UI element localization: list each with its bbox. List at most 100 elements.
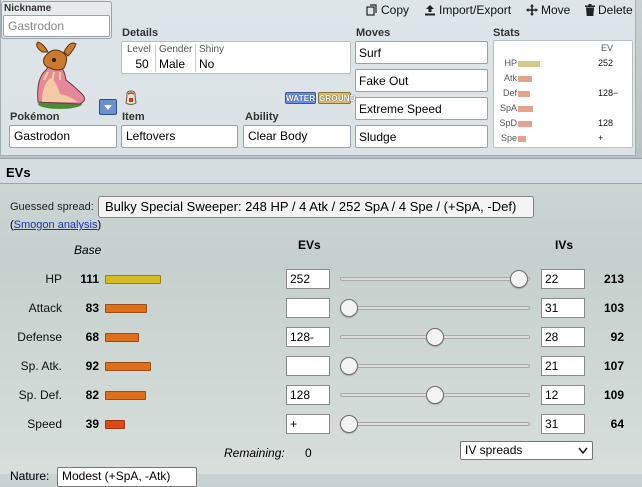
- base-stat-value: 82: [85, 388, 99, 402]
- item-label: Item: [122, 111, 145, 123]
- nickname-placeholder: Gastrodon: [8, 19, 65, 33]
- stat-label: Sp. Def.: [18, 388, 62, 402]
- ev-slider-track[interactable]: [340, 364, 530, 368]
- item-value: Leftovers: [126, 129, 176, 143]
- shiny-col: Shiny No: [199, 44, 239, 72]
- base-stat-value: 111: [80, 272, 99, 286]
- iv-input-speed[interactable]: 31: [541, 414, 585, 434]
- final-stat-value: 92: [610, 330, 624, 344]
- ev-input-hp[interactable]: 252: [286, 269, 330, 289]
- iv-input-hp[interactable]: 22: [541, 269, 585, 289]
- stat-bar: [518, 91, 530, 97]
- move-slot-4[interactable]: Sludge: [355, 125, 488, 148]
- divider: [155, 44, 156, 72]
- ev-input-attack[interactable]: [286, 298, 330, 318]
- chevron-down-icon: [578, 447, 588, 454]
- smogon-analysis-link[interactable]: Smogon analysis: [14, 219, 98, 231]
- move-4-name: Sludge: [359, 130, 397, 144]
- nickname-input[interactable]: Gastrodon: [3, 15, 110, 37]
- stats-row-spd: SpD 128: [494, 118, 634, 131]
- iv-value: 31: [545, 417, 559, 431]
- base-column-header: Base: [74, 243, 102, 257]
- nature-select[interactable]: Modest (+SpA, -Atk): [57, 467, 197, 487]
- pokemon-label: Pokémon: [10, 111, 60, 123]
- ev-value: 252: [290, 272, 311, 286]
- leftovers-icon: [125, 90, 137, 105]
- evs-title: EVs: [6, 165, 31, 180]
- nature-selected: Modest (+SpA, -Atk): [62, 469, 171, 483]
- iv-input-sp-def[interactable]: 12: [541, 385, 585, 405]
- shiny-label: Shiny: [199, 44, 225, 55]
- ev-input-defense[interactable]: 128-: [286, 327, 330, 347]
- stats-row-hp: HP 252: [494, 58, 634, 71]
- move-slot-2[interactable]: Fake Out: [355, 69, 488, 92]
- ev-slider-thumb[interactable]: [426, 328, 444, 346]
- stat-bar: [518, 106, 533, 112]
- divider: [195, 44, 196, 72]
- ev-input-sp-def[interactable]: 128: [286, 385, 330, 405]
- iv-spreads-select[interactable]: IV spreads: [460, 441, 593, 460]
- stat-label: Defense: [17, 330, 62, 344]
- iv-input-sp-atk[interactable]: 21: [541, 356, 585, 376]
- nature-label: Nature:: [10, 469, 50, 483]
- delete-button[interactable]: Delete: [585, 3, 633, 17]
- remaining-value: 0: [305, 446, 312, 460]
- ev-value: +: [290, 417, 298, 431]
- delete-label: Delete: [598, 3, 633, 17]
- item-input[interactable]: Leftovers: [121, 125, 238, 148]
- ev-value: 128: [290, 388, 311, 402]
- stats-summary-button[interactable]: EV HP 252 Atk Def 128− SpA SpD 128 Spe +: [493, 40, 633, 148]
- move-slot-3[interactable]: Extreme Speed: [355, 97, 488, 120]
- ev-slider-track[interactable]: [340, 306, 530, 310]
- stats-row-atk: Atk: [494, 73, 634, 86]
- details-title: Details: [122, 27, 159, 39]
- gender-value: Male: [159, 57, 186, 71]
- stat-bar: [518, 61, 540, 67]
- move-slot-1[interactable]: Surf: [355, 41, 488, 64]
- ability-value: Clear Body: [248, 129, 308, 143]
- ev-slider-track[interactable]: [340, 277, 530, 281]
- ev-slider-thumb[interactable]: [426, 386, 444, 404]
- guessed-spread-label: Guessed spread:: [10, 201, 94, 213]
- move-3-name: Extreme Speed: [359, 102, 442, 116]
- copy-label: Copy: [381, 3, 410, 17]
- ev-slider-track[interactable]: [340, 422, 530, 426]
- chevron-down-icon: [104, 105, 112, 110]
- ability-input[interactable]: Clear Body: [243, 125, 351, 148]
- stats-row-def: Def 128−: [494, 88, 634, 101]
- final-stat-value: 109: [603, 388, 624, 402]
- ev-slider-thumb[interactable]: [340, 357, 358, 375]
- guessed-spread-button[interactable]: Bulky Special Sweeper: 248 HP / 4 Atk / …: [98, 196, 534, 218]
- base-stat-value: 68: [85, 330, 99, 344]
- iv-value: 31: [545, 301, 559, 315]
- stat-label: Attack: [28, 301, 62, 315]
- ev-input-sp-atk[interactable]: [286, 356, 330, 376]
- iv-input-defense[interactable]: 28: [541, 327, 585, 347]
- sprite-menu-button[interactable]: [99, 99, 117, 115]
- ev-slider-thumb[interactable]: [340, 415, 358, 433]
- move-button[interactable]: Move: [526, 3, 570, 17]
- pokemon-value: Gastrodon: [14, 129, 71, 143]
- level-value: 50: [135, 57, 149, 71]
- move-icon: [526, 4, 538, 16]
- stat-ev: 128−: [598, 88, 619, 98]
- ivs-column-header: IVs: [555, 238, 574, 252]
- ev-slider-thumb[interactable]: [510, 270, 528, 288]
- stats-ev-header: EV: [601, 43, 614, 53]
- iv-input-attack[interactable]: 31: [541, 298, 585, 318]
- type-badge-water: WATER: [285, 92, 316, 104]
- import-export-button[interactable]: Import/Export: [424, 3, 511, 17]
- trash-icon: [585, 4, 595, 16]
- base-stat-value: 83: [85, 301, 99, 315]
- pokemon-sprite[interactable]: [30, 38, 92, 110]
- stat-name: SpD: [499, 118, 517, 128]
- details-box[interactable]: Level 50 Gender Male Shiny No: [121, 41, 351, 74]
- ev-input-speed[interactable]: +: [286, 414, 330, 434]
- copy-button[interactable]: Copy: [366, 3, 409, 17]
- stat-ev: 128: [598, 118, 614, 128]
- ev-slider-thumb[interactable]: [340, 299, 358, 317]
- pokemon-input[interactable]: Gastrodon: [9, 125, 117, 148]
- final-stat-value: 64: [610, 417, 624, 431]
- guessed-spread-value: Bulky Special Sweeper: 248 HP / 4 Atk / …: [105, 199, 517, 214]
- ability-label: Ability: [245, 111, 279, 123]
